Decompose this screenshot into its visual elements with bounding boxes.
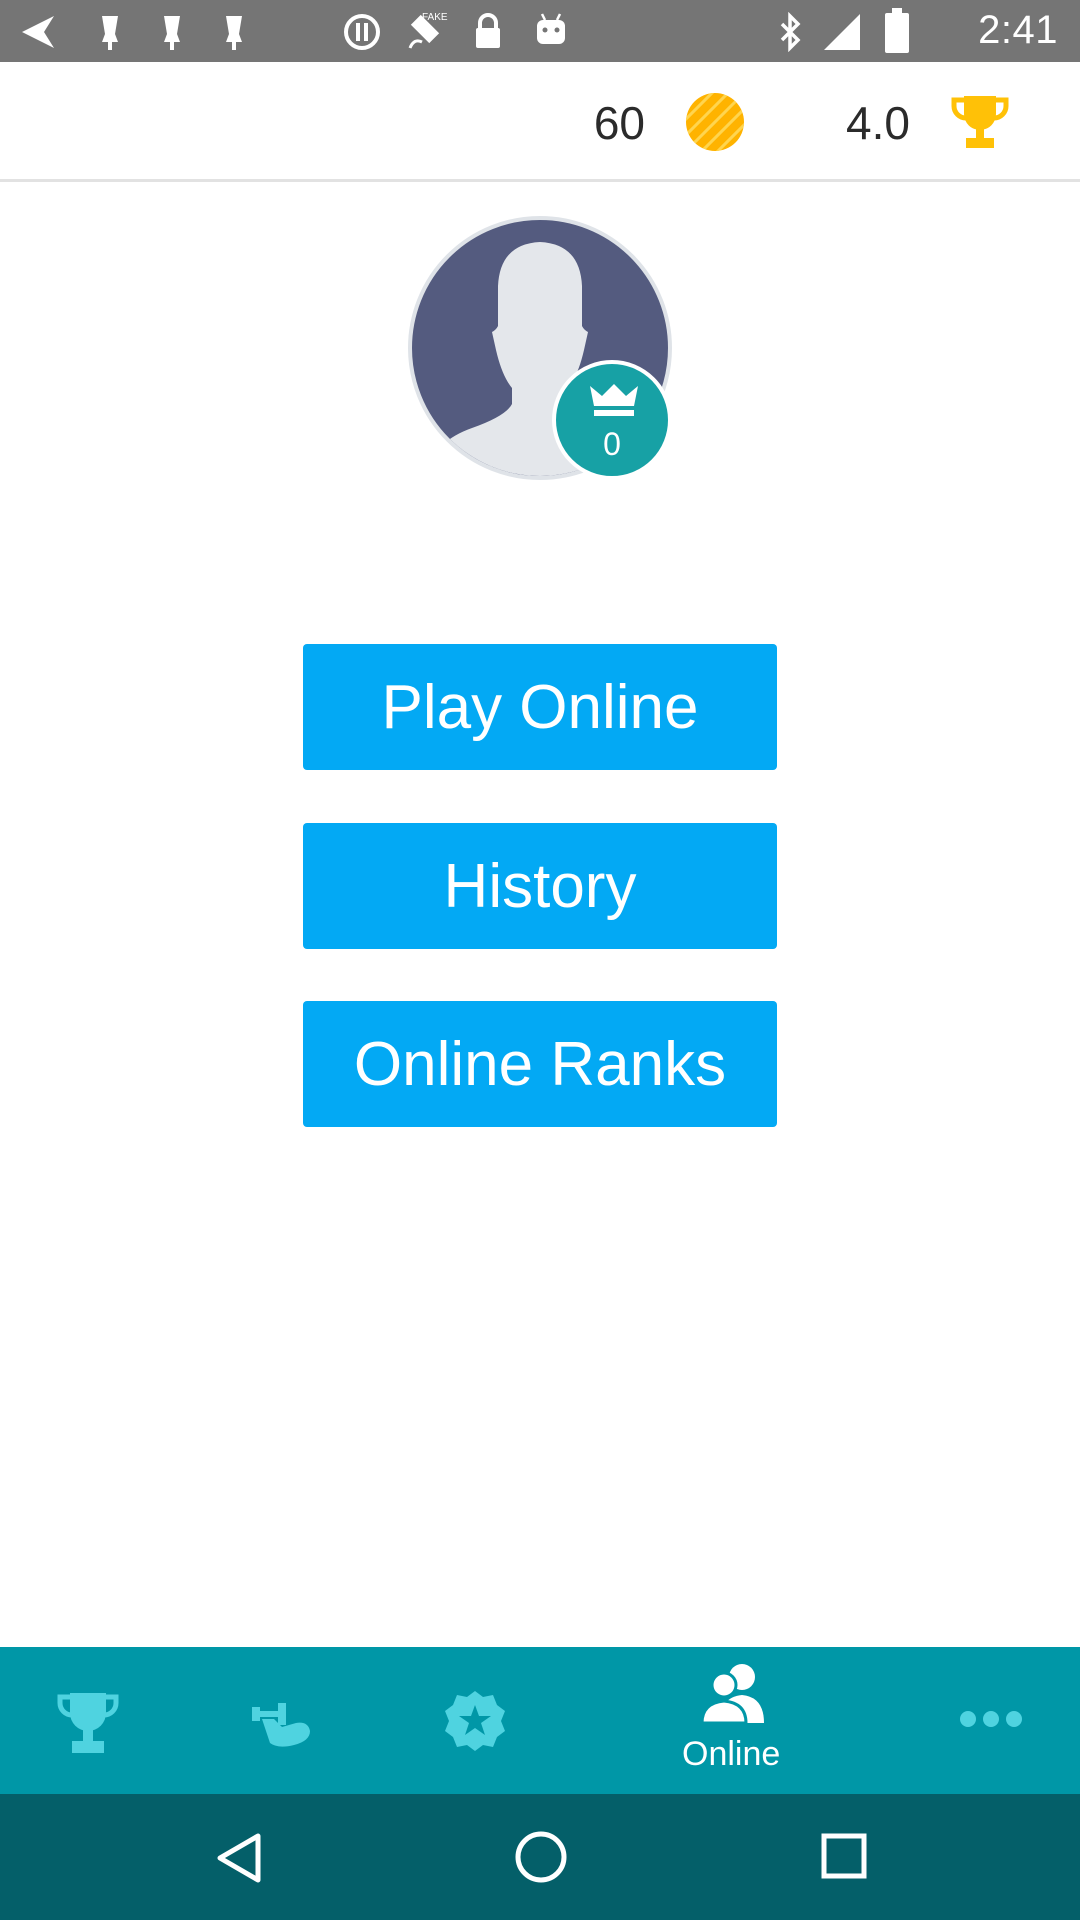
alarm-icon	[102, 16, 118, 50]
bluetooth-icon	[780, 12, 801, 52]
battery-icon	[885, 8, 909, 53]
status-bar: FAKE 2:41	[0, 0, 1080, 62]
users-icon	[700, 1664, 764, 1725]
muscle-icon	[252, 1703, 310, 1747]
badge-star-icon	[445, 1691, 505, 1751]
alarm-icon	[164, 16, 180, 50]
recents-icon[interactable]	[820, 1832, 868, 1880]
back-icon[interactable]	[214, 1832, 264, 1884]
bottom-nav: Online	[0, 1647, 1080, 1794]
satellite-icon: FAKE	[408, 12, 448, 49]
coin-icon[interactable]	[685, 92, 745, 152]
svg-text:FAKE: FAKE	[422, 12, 448, 23]
trophy-icon[interactable]	[948, 92, 1012, 152]
rank-badge: 0	[552, 360, 672, 480]
nav-item-online[interactable]: Online	[620, 1647, 846, 1794]
nav-item-trophy[interactable]	[0, 1647, 176, 1794]
system-nav-bar	[0, 1794, 1080, 1920]
signal-icon	[824, 14, 860, 50]
history-button[interactable]: History	[303, 823, 777, 949]
online-ranks-button[interactable]: Online Ranks	[303, 1001, 777, 1127]
profile-avatar-group[interactable]: 0	[408, 216, 672, 480]
android-icon	[537, 13, 565, 44]
rank-value: 0	[603, 426, 621, 462]
rating-value: 4.0	[846, 97, 910, 149]
coins-value: 60	[593, 97, 645, 149]
info-icon	[344, 14, 380, 50]
home-icon[interactable]	[514, 1830, 568, 1884]
crown-icon	[590, 384, 638, 416]
nav-item-achievements[interactable]	[388, 1647, 562, 1794]
nav-label-online: Online	[682, 1735, 781, 1773]
more-icon	[960, 1711, 1022, 1727]
play-online-button[interactable]: Play Online	[303, 644, 777, 770]
lock-icon	[476, 13, 500, 48]
alarm-icon	[226, 16, 242, 50]
stats-header: 60 4.0	[0, 62, 1080, 182]
screen: FAKE 2:41 60 4.0 0 Play Online History O…	[0, 0, 1080, 1920]
nav-item-more[interactable]	[900, 1647, 1080, 1794]
nav-item-workout[interactable]	[176, 1647, 388, 1794]
trophy-icon	[57, 1693, 119, 1753]
navigation-icon	[22, 16, 54, 48]
status-time: 2:41	[978, 8, 1058, 52]
